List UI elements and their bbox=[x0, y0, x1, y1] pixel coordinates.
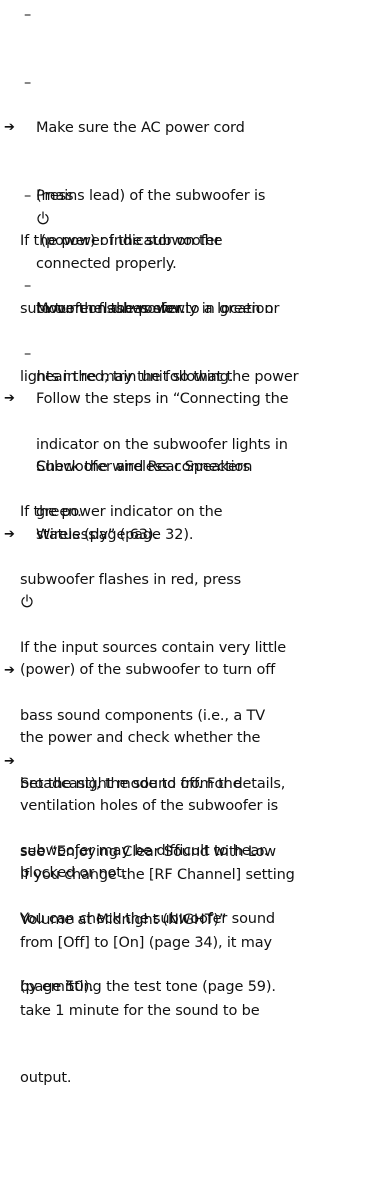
text-line: output. bbox=[20, 1070, 72, 1087]
dash-marker: – bbox=[24, 7, 32, 23]
bullet-text: If you change the [RF Channel] setting f… bbox=[20, 819, 366, 1135]
arrow-marker: ➔ bbox=[4, 754, 15, 769]
text-line: from [Off] to [On] (page 34), it may bbox=[20, 934, 272, 951]
dash-marker: – bbox=[24, 346, 32, 362]
manual-page: – Make sure the AC power cord (mains lea… bbox=[0, 0, 371, 1086]
text-line: If you change the [RF Channel] setting bbox=[20, 866, 295, 883]
dash-marker: – bbox=[24, 278, 32, 294]
text-line: take 1 minute for the sound to be bbox=[20, 1002, 260, 1019]
arrow-marker: ➔ bbox=[4, 663, 15, 678]
arrow-marker: ➔ bbox=[4, 391, 15, 406]
text-line: If the power indicator on the bbox=[20, 503, 223, 520]
arrow-marker: ➔ bbox=[4, 120, 15, 135]
arrow-bullet-item: ➔ If you change the [RF Channel] setting… bbox=[4, 751, 366, 1180]
dash-marker: – bbox=[24, 188, 32, 204]
arrow-marker: ➔ bbox=[4, 527, 15, 542]
dash-marker: – bbox=[24, 75, 32, 91]
text-line: If the input sources contain very little bbox=[20, 639, 287, 656]
